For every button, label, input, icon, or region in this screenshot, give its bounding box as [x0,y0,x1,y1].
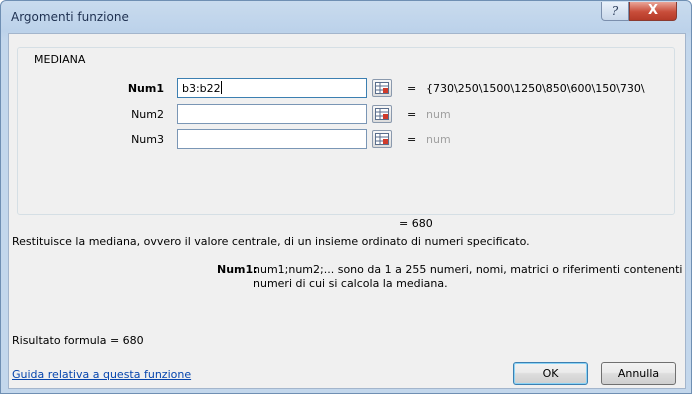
arg-label-num3: Num3 [131,133,164,146]
num3-equals: = [407,133,417,146]
num1-input[interactable]: b3:b22 [177,78,367,98]
range-picker-icon [375,82,389,94]
num3-result: num [426,133,451,146]
dialog-body: MEDIANA Num1 b3:b22 = {730\250\1500\1250… [8,33,686,389]
dialog-title: Argomenti funzione [11,10,129,24]
num2-input[interactable] [177,104,367,124]
help-link[interactable]: Guida relativa a questa funzione [12,368,191,381]
function-result: = 680 [399,217,433,230]
title-bar[interactable]: Argomenti funzione ? X [1,1,691,33]
arg-label-num2: Num2 [131,108,164,121]
formula-result: Risultato formula = 680 [12,334,144,347]
function-description: Restituisce la mediana, ovvero il valore… [12,235,530,248]
close-button[interactable]: X [629,2,677,21]
num1-range-picker-button[interactable] [372,79,392,97]
num3-range-picker-button[interactable] [372,130,392,148]
text-cursor [220,81,222,94]
cancel-button[interactable]: Annulla [601,362,676,385]
range-picker-icon [375,108,389,120]
num2-equals: = [407,108,417,121]
function-arguments-dialog: Argomenti funzione ? X MEDIANA Num1 b3:b… [0,0,692,394]
help-button[interactable]: ? [601,2,629,21]
num1-value: b3:b22 [182,82,221,95]
function-name: MEDIANA [30,53,90,66]
num1-result: {730\250\1500\1250\850\600\150\730\ [426,82,645,95]
ok-button[interactable]: OK [513,362,588,385]
num3-input[interactable] [177,129,367,149]
arg-help-line1: num1;num2;... sono da 1 a 255 numeri, no… [253,263,683,276]
num2-result: num [426,108,451,121]
range-picker-icon [375,133,389,145]
arg-help-label: Num1: [217,263,258,276]
arg-label-num1: Num1 [127,82,164,95]
num2-range-picker-button[interactable] [372,105,392,123]
num1-equals: = [407,82,417,95]
arg-help-line2: numeri di cui si calcola la mediana. [253,277,448,290]
